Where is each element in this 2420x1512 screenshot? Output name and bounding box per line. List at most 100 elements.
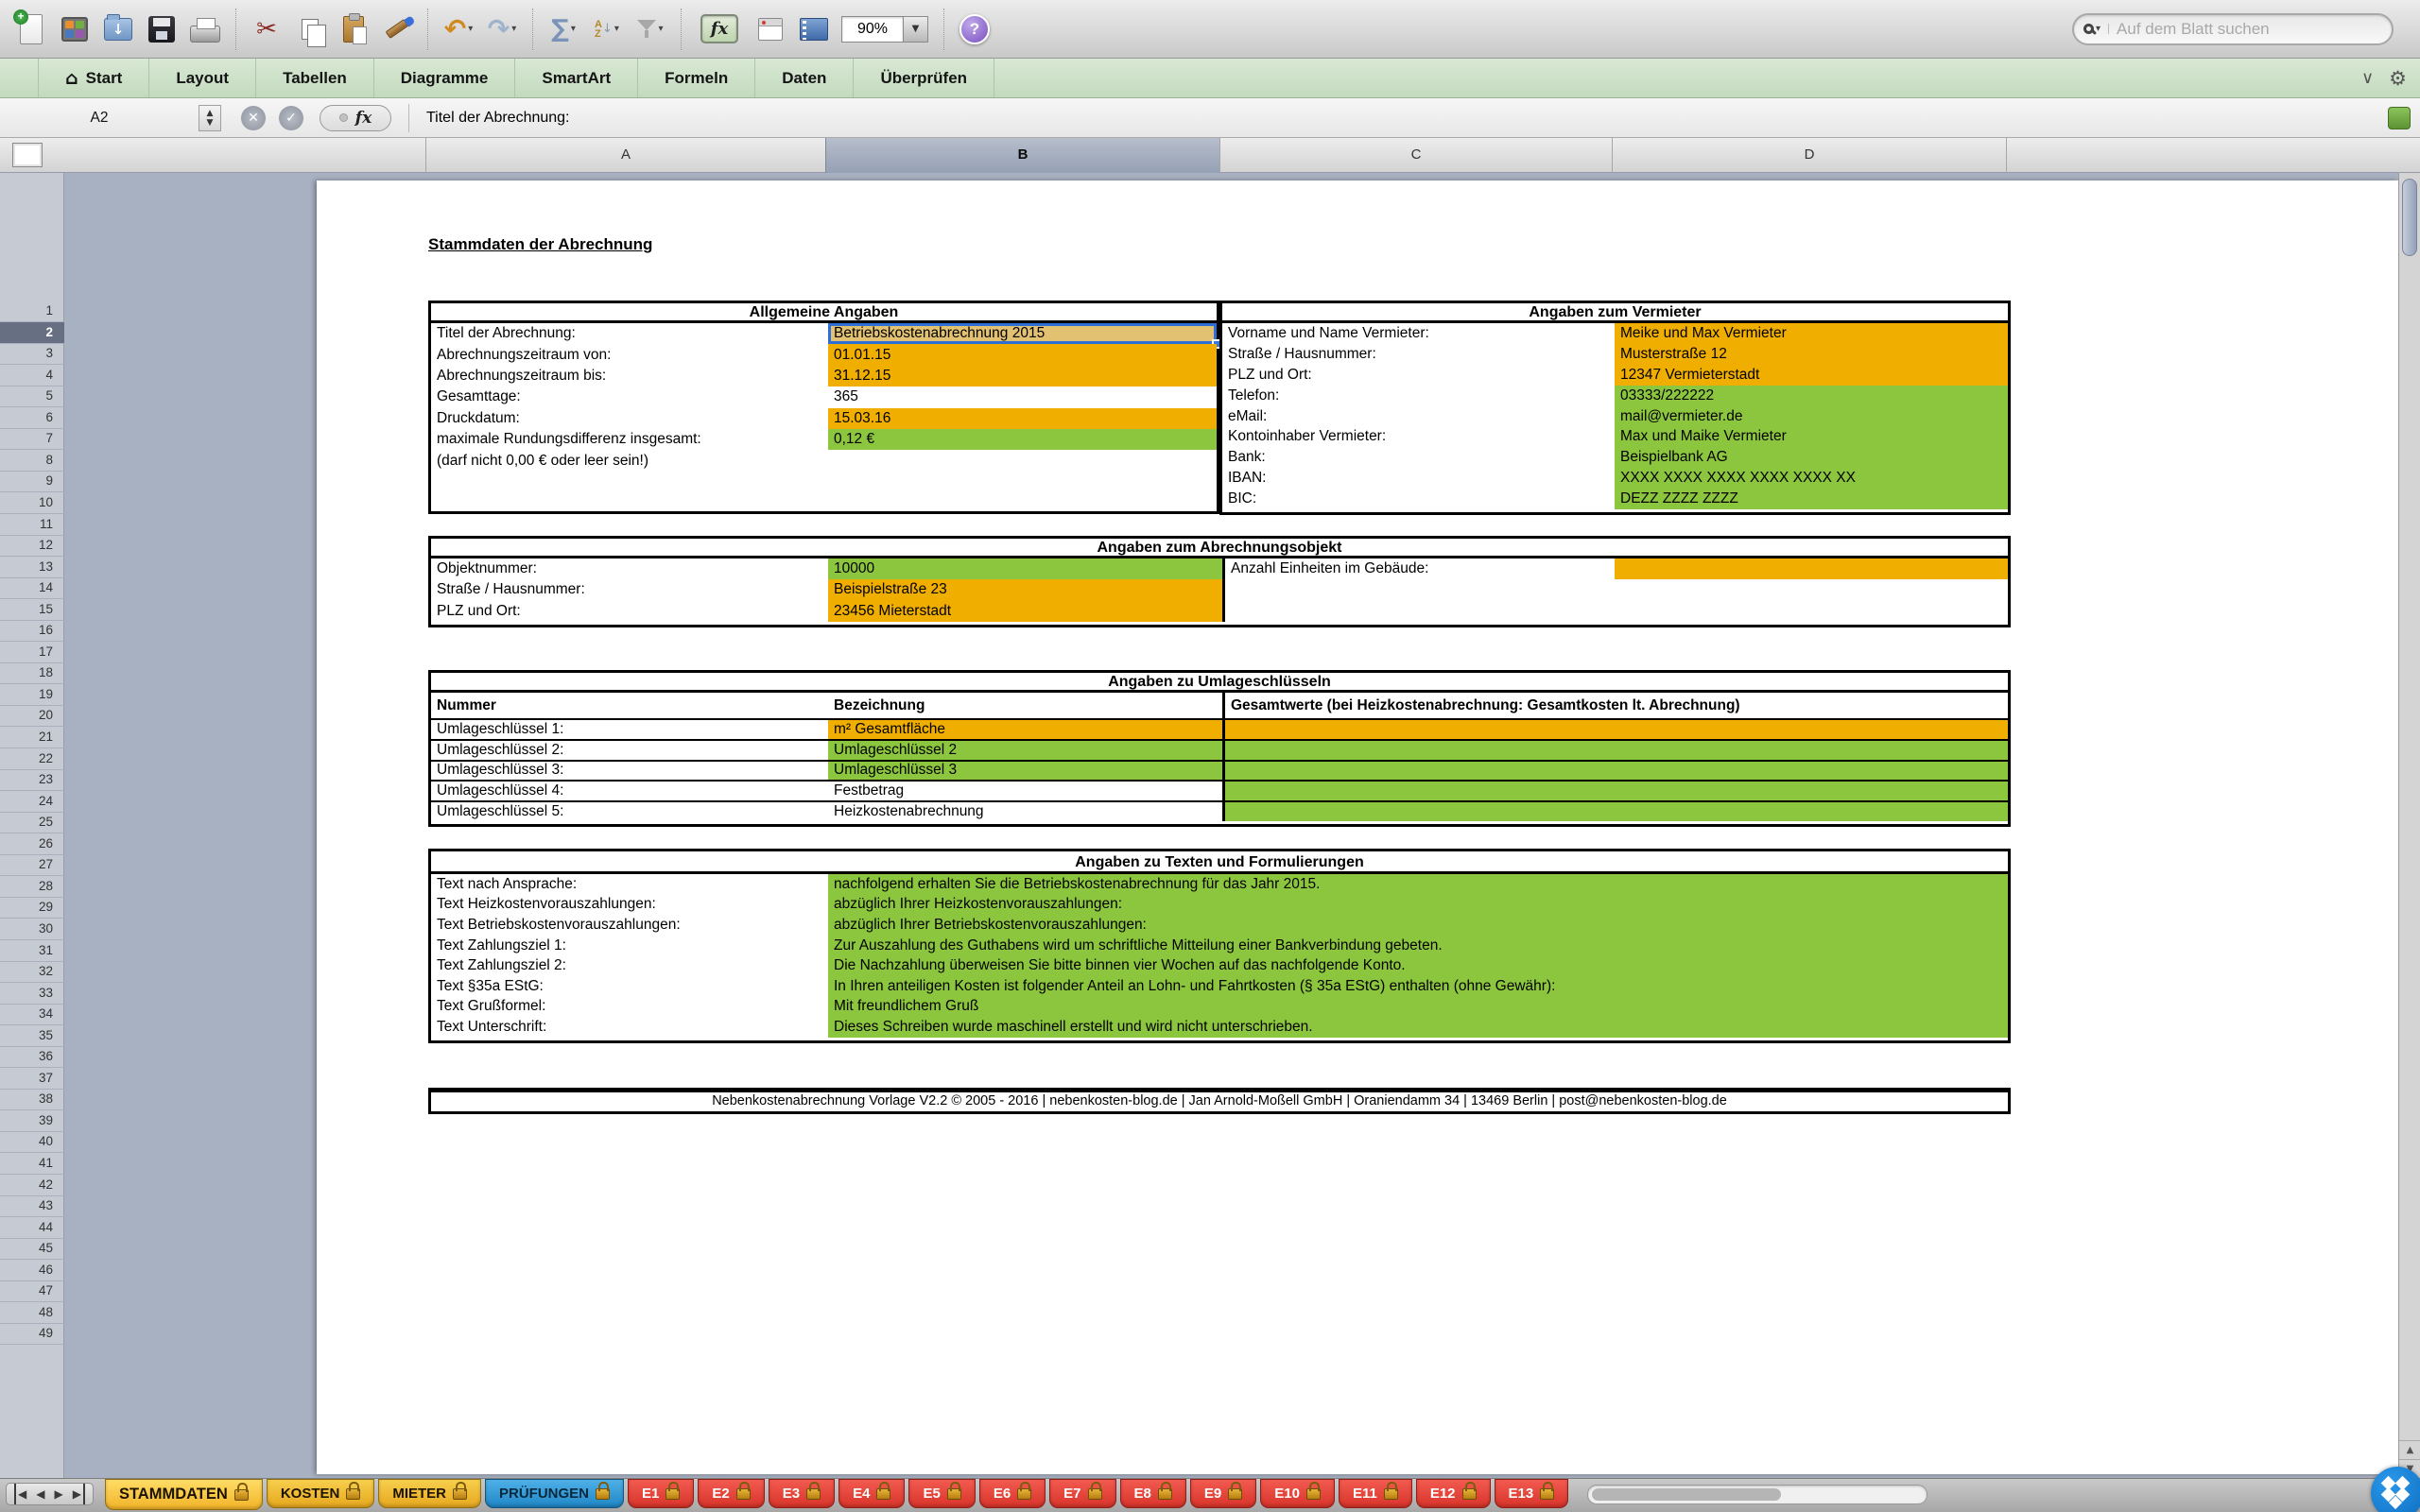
cell-value[interactable]: 31.12.15 bbox=[828, 366, 1217, 387]
page-corner-icon[interactable] bbox=[12, 143, 43, 167]
scroll-up-button[interactable]: ▲ bbox=[2399, 1440, 2420, 1459]
dropbox-status-icon[interactable] bbox=[2371, 1467, 2420, 1512]
column-header-D[interactable]: D bbox=[1612, 138, 2007, 173]
row-header-3[interactable]: 3 bbox=[0, 343, 64, 365]
cell-value[interactable]: 01.01.15 bbox=[828, 344, 1217, 365]
row-header-16[interactable]: 16 bbox=[0, 620, 64, 642]
cell-gesamtwert[interactable] bbox=[1222, 762, 2008, 781]
column-header-B[interactable]: B bbox=[825, 138, 1219, 173]
cell-label[interactable] bbox=[1222, 579, 1615, 600]
row-header-48[interactable]: 48 bbox=[0, 1302, 64, 1324]
name-box[interactable]: A2 bbox=[0, 110, 199, 127]
column-header-A[interactable]: A bbox=[425, 138, 825, 173]
cell-label[interactable]: Straße / Hausnummer: bbox=[1222, 344, 1615, 365]
row-header-34[interactable]: 34 bbox=[0, 1004, 64, 1025]
cell-label[interactable]: Text §35a EStG: bbox=[431, 976, 828, 997]
row-header-46[interactable]: 46 bbox=[0, 1260, 64, 1281]
sheet-tab-stammdaten[interactable]: STAMMDATEN bbox=[105, 1479, 263, 1510]
cell-label[interactable]: IBAN: bbox=[1222, 468, 1615, 489]
sheet-tab-e3[interactable]: E3 bbox=[769, 1479, 835, 1508]
ribbon-tab-überprüfen[interactable]: Überprüfen bbox=[854, 59, 994, 97]
cell-label[interactable]: Bank: bbox=[1222, 447, 1615, 468]
cell-value[interactable]: Meike und Max Vermieter bbox=[1615, 323, 2008, 344]
cell-label[interactable]: Straße / Hausnummer: bbox=[431, 579, 828, 600]
cell-label[interactable]: Abrechnungszeitraum von: bbox=[431, 344, 828, 365]
cell-value[interactable]: Beispielbank AG bbox=[1615, 447, 2008, 468]
cell-value[interactable]: 03333/222222 bbox=[1615, 386, 2008, 406]
row-header-11[interactable]: 11 bbox=[0, 514, 64, 536]
sheet-tab-kosten[interactable]: KOSTEN bbox=[267, 1479, 375, 1508]
cell-label[interactable]: maximale Rundungsdifferenz insgesamt: bbox=[431, 429, 828, 450]
ribbon-tab-start[interactable]: ⌂Start bbox=[38, 59, 149, 97]
cell-gesamtwert[interactable] bbox=[1222, 741, 2008, 760]
cell-label[interactable]: Objektnummer: bbox=[431, 558, 828, 579]
cell-label[interactable]: eMail: bbox=[1222, 406, 1615, 427]
confirm-entry-button[interactable]: ✓ bbox=[279, 106, 303, 130]
sheet-tab-prüfungen[interactable]: PRÜFUNGEN bbox=[485, 1479, 624, 1508]
insert-function-button[interactable]: fx bbox=[320, 105, 391, 131]
cell-label[interactable]: (darf nicht 0,00 € oder leer sein!) bbox=[431, 450, 828, 471]
sheet-tab-e13[interactable]: E13 bbox=[1495, 1479, 1569, 1508]
cell-label[interactable]: Abrechnungszeitraum bis: bbox=[431, 366, 828, 387]
table-header-cell[interactable]: Angaben zu Umlageschlüsseln bbox=[431, 673, 2008, 693]
cell-label[interactable]: BIC: bbox=[1222, 489, 1615, 509]
sort-button[interactable]: AZ↓▾ bbox=[585, 5, 629, 54]
column-header-bezeichnung[interactable]: Bezeichnung bbox=[828, 693, 1222, 718]
row-header-15[interactable]: 15 bbox=[0, 599, 64, 621]
row-header-41[interactable]: 41 bbox=[0, 1153, 64, 1175]
sheet-tab-e11[interactable]: E11 bbox=[1339, 1479, 1412, 1508]
row-header-45[interactable]: 45 bbox=[0, 1238, 64, 1260]
row-header-26[interactable]: 26 bbox=[0, 833, 64, 855]
row-header-5[interactable]: 5 bbox=[0, 386, 64, 407]
cell-gesamtwert[interactable] bbox=[1222, 802, 2008, 821]
filter-button[interactable]: ▾ bbox=[629, 5, 672, 54]
row-header-4[interactable]: 4 bbox=[0, 365, 64, 387]
format-painter-button[interactable] bbox=[375, 5, 419, 54]
cell-value[interactable]: mail@vermieter.de bbox=[1615, 406, 2008, 427]
copy-button[interactable] bbox=[288, 5, 332, 54]
ribbon-tab-layout[interactable]: Layout bbox=[149, 59, 256, 97]
row-header-47[interactable]: 47 bbox=[0, 1280, 64, 1302]
ribbon-tab-tabellen[interactable]: Tabellen bbox=[256, 59, 374, 97]
row-header-23[interactable]: 23 bbox=[0, 769, 64, 791]
undo-button[interactable]: ↶▾ bbox=[437, 5, 480, 54]
row-header-27[interactable]: 27 bbox=[0, 854, 64, 876]
collapse-ribbon-icon[interactable]: ∨ bbox=[2361, 68, 2374, 88]
sheet-tab-e4[interactable]: E4 bbox=[838, 1479, 905, 1508]
cell-value[interactable]: Max und Maike Vermieter bbox=[1615, 426, 2008, 447]
column-header-C[interactable]: C bbox=[1219, 138, 1612, 173]
row-header-21[interactable]: 21 bbox=[0, 727, 64, 748]
row-header-35[interactable]: 35 bbox=[0, 1025, 64, 1047]
cell-label[interactable]: Text Grußformel: bbox=[431, 997, 828, 1018]
cell-value[interactable]: Musterstraße 12 bbox=[1615, 344, 2008, 365]
cell-label[interactable]: Umlageschlüssel 2: bbox=[431, 741, 828, 760]
row-header-36[interactable]: 36 bbox=[0, 1046, 64, 1068]
cell-value[interactable]: 15.03.16 bbox=[828, 408, 1217, 429]
sheet-tab-e8[interactable]: E8 bbox=[1120, 1479, 1186, 1508]
cell-value[interactable]: DEZZ ZZZZ ZZZZ bbox=[1615, 489, 2008, 509]
next-sheet-button[interactable]: ▶ bbox=[54, 1484, 62, 1504]
cell-label[interactable]: Anzahl Einheiten im Gebäude: bbox=[1222, 558, 1615, 579]
cell-value[interactable]: Beispielstraße 23 bbox=[828, 579, 1222, 600]
ribbon-tab-daten[interactable]: Daten bbox=[755, 59, 854, 97]
cell-value[interactable]: Betriebskostenabrechnung 2015 bbox=[828, 323, 1217, 344]
cell-bezeichnung[interactable]: Umlageschlüssel 2 bbox=[828, 741, 1222, 760]
cell-value[interactable]: Zur Auszahlung des Guthabens wird um sch… bbox=[828, 936, 2008, 956]
previous-sheet-button[interactable]: ◀ bbox=[36, 1484, 44, 1504]
cancel-entry-button[interactable]: ✕ bbox=[241, 106, 266, 130]
column-header-gesamtwerte[interactable]: Gesamtwerte (bei Heizkostenabrechnung: G… bbox=[1222, 693, 2008, 718]
first-sheet-button[interactable]: ◀ bbox=[14, 1484, 26, 1504]
cell-value[interactable]: abzüglich Ihrer Heizkostenvorauszahlunge… bbox=[828, 895, 2008, 916]
row-header-13[interactable]: 13 bbox=[0, 557, 64, 578]
cell-bezeichnung[interactable]: Umlageschlüssel 3 bbox=[828, 762, 1222, 781]
cell-value[interactable]: 365 bbox=[828, 387, 1217, 407]
cell-label[interactable]: Vorname und Name Vermieter: bbox=[1222, 323, 1615, 344]
cell-label[interactable]: Text Zahlungsziel 1: bbox=[431, 936, 828, 956]
sheet-tab-e10[interactable]: E10 bbox=[1260, 1479, 1335, 1508]
sheet-tab-e7[interactable]: E7 bbox=[1049, 1479, 1115, 1508]
vertical-scrollbar[interactable]: ▲ ▼ bbox=[2398, 173, 2420, 1478]
cell-label[interactable]: Umlageschlüssel 3: bbox=[431, 762, 828, 781]
cell-bezeichnung[interactable]: m² Gesamtfläche bbox=[828, 720, 1222, 739]
row-header-18[interactable]: 18 bbox=[0, 662, 64, 684]
row-header-17[interactable]: 17 bbox=[0, 642, 64, 663]
